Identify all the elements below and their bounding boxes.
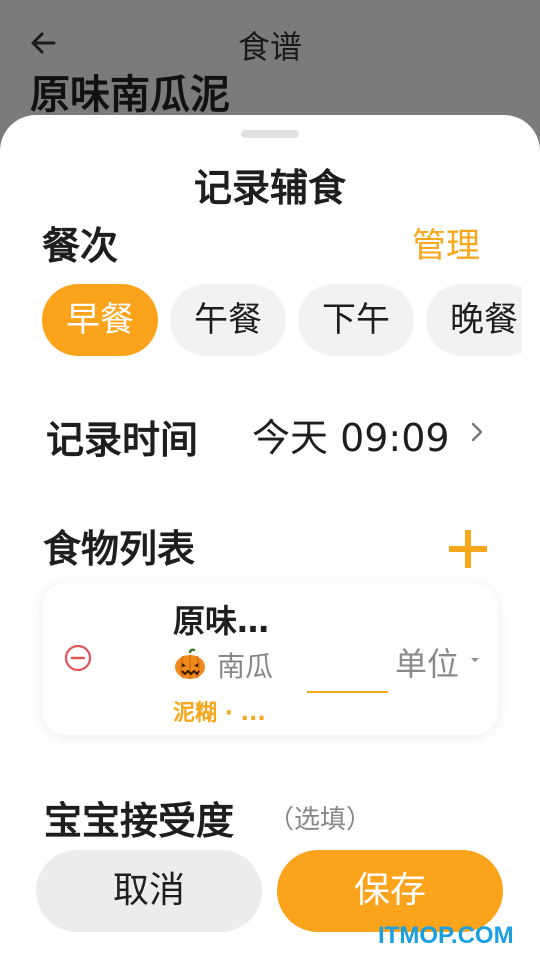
save-button[interactable]: 保存 <box>277 850 503 932</box>
amount-input[interactable] <box>307 691 388 693</box>
manage-meals-link[interactable]: 管理 <box>412 218 480 267</box>
caret-down-icon[interactable] <box>470 657 480 663</box>
watermark: ITMOP.COM <box>378 922 514 949</box>
record-food-sheet: 记录辅食 餐次 管理 早餐 午餐 下午 晚餐 记录时间 今天 09:09 食物列表 原… <box>0 115 540 960</box>
sheet-title: 记录辅食 <box>193 166 346 210</box>
remove-food-icon[interactable] <box>64 644 92 672</box>
food-item-ingredient: 南瓜 <box>173 645 273 685</box>
cancel-button[interactable]: 取消 <box>36 850 262 932</box>
unit-select[interactable]: 单位 <box>395 639 459 685</box>
meal-chip-afternoon[interactable]: 下午 <box>298 284 414 356</box>
sheet-drag-handle[interactable] <box>241 130 299 138</box>
meal-chip-dinner[interactable]: 晚餐 <box>426 284 522 356</box>
food-item-tag: 泥糊 · ... <box>173 701 266 726</box>
food-item-card: 原味… 南瓜 泥糊 · ... 单位 <box>42 583 498 735</box>
acceptance-optional-note: （选填） <box>268 805 373 835</box>
acceptance-label: 宝宝接受度 <box>44 799 235 843</box>
meal-label: 餐次 <box>42 224 119 268</box>
meal-chip-lunch[interactable]: 午餐 <box>170 284 286 356</box>
food-list-label: 食物列表 <box>43 527 196 571</box>
pumpkin-icon <box>175 648 205 679</box>
meal-chip-breakfast[interactable]: 早餐 <box>42 284 158 356</box>
food-item-ingredient-label: 南瓜 <box>217 650 274 683</box>
food-item-name: 原味… <box>173 602 270 640</box>
add-food-icon[interactable] <box>446 527 490 571</box>
recipe-title: 原味南瓜泥 <box>30 72 230 118</box>
meal-chip-list: 早餐 午餐 下午 晚餐 <box>42 284 522 356</box>
record-time-label: 记录时间 <box>46 418 199 462</box>
chevron-right-icon[interactable] <box>468 419 486 445</box>
record-time-value[interactable]: 今天 09:09 <box>252 407 450 462</box>
